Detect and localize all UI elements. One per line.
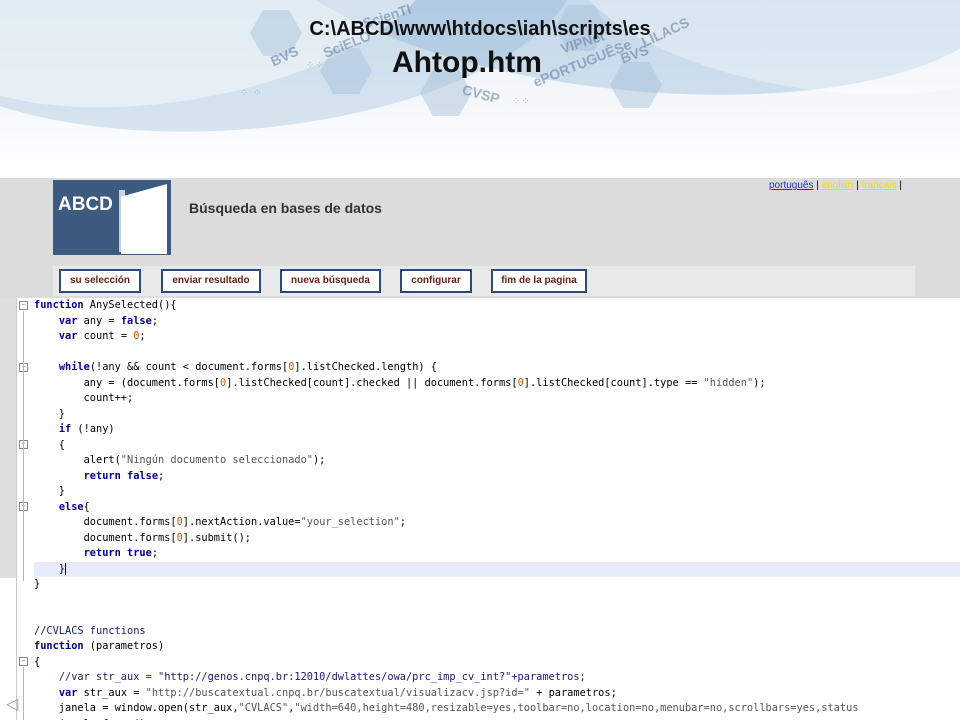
code-line[interactable]: }: [34, 577, 960, 593]
enviar-resultado-button[interactable]: enviar resultado: [161, 269, 261, 293]
lang-separator: |: [816, 180, 819, 191]
editor-gutter-line: [16, 298, 17, 720]
su-seleccion-button[interactable]: su selección: [59, 269, 141, 293]
code-line[interactable]: document.forms[0].nextAction.value="your…: [34, 515, 960, 531]
scroll-left-arrow-icon[interactable]: ◁: [6, 694, 18, 714]
abcd-logo: ABCD: [53, 180, 171, 255]
code-line[interactable]: document.forms[0].submit();: [34, 531, 960, 547]
code-content[interactable]: function AnySelected(){ var any = false;…: [34, 298, 960, 720]
app-screenshot: ABCD Búsqueda en bases de datos portuguê…: [0, 178, 960, 720]
code-line[interactable]: alert("Ningún documento seleccionado");: [34, 453, 960, 469]
banner-dots: ⁘ ⁘: [240, 88, 263, 99]
app-toolbar: su selección enviar resultado nueva búsq…: [53, 266, 915, 296]
code-line[interactable]: function AnySelected(){: [34, 298, 960, 314]
code-line[interactable]: var any = false;: [34, 314, 960, 330]
logo-text: ABCD: [58, 194, 113, 215]
lang-link-francais[interactable]: français: [862, 180, 897, 191]
banner-dots: ⁘⁘: [512, 96, 531, 107]
code-line[interactable]: if (!any): [34, 422, 960, 438]
code-line[interactable]: var str_aux = "http://buscatextual.cnpq.…: [34, 686, 960, 702]
fim-de-la-pagina-button[interactable]: fim de la pagina: [491, 269, 587, 293]
code-line[interactable]: janela.focus();: [34, 717, 960, 720]
nueva-busqueda-button[interactable]: nueva búsqueda: [280, 269, 381, 293]
code-line[interactable]: {: [34, 655, 960, 671]
code-line[interactable]: [34, 593, 960, 609]
configurar-button[interactable]: configurar: [400, 269, 472, 293]
app-title: Búsqueda en bases de datos: [189, 200, 382, 216]
lang-link-english[interactable]: english: [822, 180, 854, 191]
code-line[interactable]: {: [34, 438, 960, 454]
code-line[interactable]: var count = 0;: [34, 329, 960, 345]
slide-path-title: C:\ABCD\www\htdocs\iah\scripts\es: [309, 18, 651, 40]
fold-toggle-icon[interactable]: −: [19, 301, 28, 310]
code-line[interactable]: while(!any && count < document.forms[0].…: [34, 360, 960, 376]
code-line[interactable]: return true;: [34, 546, 960, 562]
text-caret: [65, 562, 66, 575]
code-line[interactable]: }: [34, 561, 960, 577]
code-line[interactable]: any = (document.forms[0].listChecked[cou…: [34, 376, 960, 392]
code-line[interactable]: }: [34, 484, 960, 500]
code-line[interactable]: return false;: [34, 469, 960, 485]
lang-link-portugues[interactable]: português: [769, 180, 813, 191]
code-line[interactable]: function (parametros): [34, 639, 960, 655]
slide-banner: ScienTI BVS SciELO ePORTUGUÊSe CVSP BVS …: [0, 0, 960, 180]
code-line[interactable]: //var str_aux = "http://genos.cnpq.br:12…: [34, 670, 960, 686]
code-editor[interactable]: − − − − − ◁ function AnySelected(){ var …: [0, 298, 960, 720]
fold-toggle-icon[interactable]: −: [19, 657, 28, 666]
logo-book-icon: [121, 184, 167, 254]
code-line[interactable]: [34, 608, 960, 624]
banner-word: CVSP: [460, 81, 502, 107]
code-line[interactable]: [34, 345, 960, 361]
lang-separator: |: [899, 180, 902, 191]
fold-guide: [23, 667, 24, 720]
code-line[interactable]: else{: [34, 500, 960, 516]
fold-guide: [23, 311, 24, 581]
editor-side-bar: [0, 298, 16, 578]
code-line[interactable]: count++;: [34, 391, 960, 407]
slide-file-title: Ahtop.htm: [392, 46, 542, 79]
lang-separator: |: [856, 180, 859, 191]
code-line[interactable]: janela = window.open(str_aux,"CVLACS","w…: [34, 701, 960, 717]
code-line[interactable]: //CVLACS functions: [34, 624, 960, 640]
code-line[interactable]: }: [34, 407, 960, 423]
language-links: português | english | français |: [769, 180, 902, 191]
